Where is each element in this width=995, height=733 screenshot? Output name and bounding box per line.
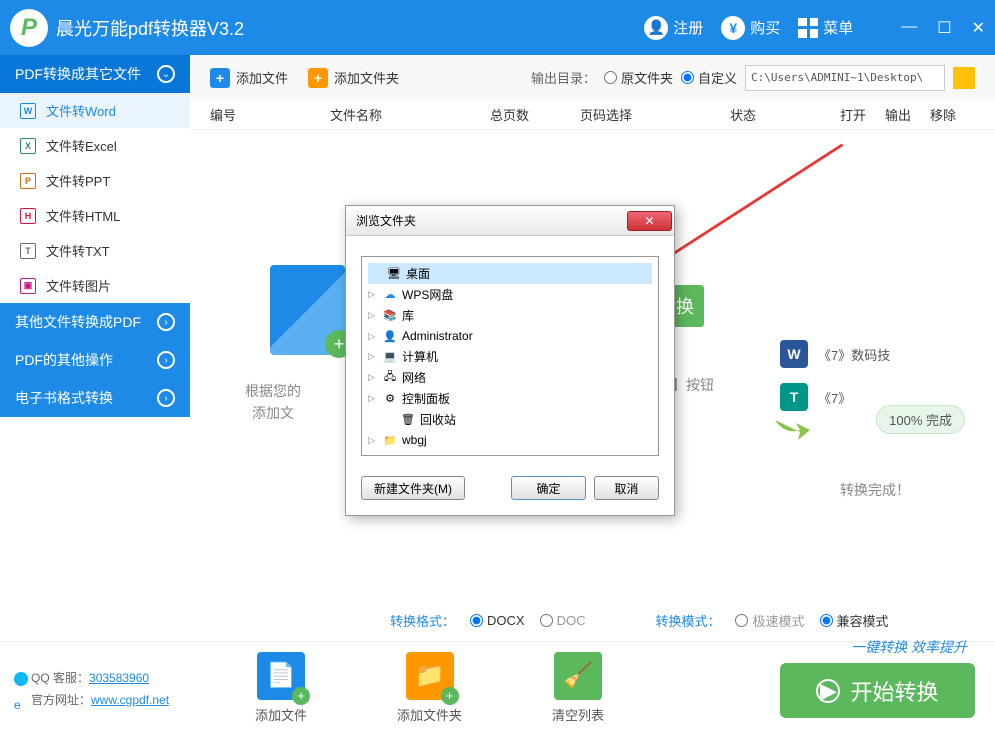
gear-icon: ⚙ bbox=[382, 391, 398, 407]
grid-icon bbox=[798, 18, 818, 38]
sidebar-item-to-ppt[interactable]: P文件转PPT bbox=[0, 163, 190, 198]
radio-doc[interactable]: DOC bbox=[540, 613, 586, 628]
folder-icon: 📁+ bbox=[406, 652, 454, 700]
dialog-close-button[interactable]: ✕ bbox=[627, 211, 672, 231]
progress-badge: 100% 完成 bbox=[876, 405, 965, 434]
word-icon: W bbox=[20, 103, 36, 119]
tree-item-admin[interactable]: ▷👤Administrator bbox=[368, 326, 652, 346]
sidebar-cat-ebook[interactable]: 电子书格式转换› bbox=[0, 379, 190, 417]
hint-text: 根据您的添加文 bbox=[245, 380, 301, 424]
new-folder-button[interactable]: 新建文件夹(M) bbox=[361, 476, 465, 500]
network-icon: 🖧 bbox=[382, 370, 398, 386]
image-icon: ▣ bbox=[20, 278, 36, 294]
broom-icon: 🧹 bbox=[554, 652, 602, 700]
add-folder-button[interactable]: +添加文件夹 bbox=[308, 68, 399, 88]
close-button[interactable]: ✕ bbox=[972, 18, 985, 38]
maximize-button[interactable]: ☐ bbox=[937, 18, 951, 38]
output-dir-label: 输出目录： bbox=[531, 68, 596, 87]
app-title: 晨光万能pdf转换器V3.2 bbox=[56, 15, 644, 41]
slogan-text: 一键转换 效率提升 bbox=[851, 637, 967, 657]
sidebar-cat-pdf-to-other[interactable]: PDF转换成其它文件⌄ bbox=[0, 55, 190, 93]
sidebar-item-to-word[interactable]: W文件转Word bbox=[0, 93, 190, 128]
buy-button[interactable]: ¥购买 bbox=[721, 16, 780, 40]
sidebar-cat-pdf-ops[interactable]: PDF的其他操作› bbox=[0, 341, 190, 379]
sidebar-item-to-html[interactable]: H文件转HTML bbox=[0, 198, 190, 233]
yen-icon: ¥ bbox=[721, 16, 745, 40]
toolbar: +添加文件 +添加文件夹 输出目录： 原文件夹 自定义 bbox=[190, 55, 995, 100]
desktop-icon: 🖥 bbox=[386, 266, 402, 282]
sidebar-item-to-image[interactable]: ▣文件转图片 bbox=[0, 268, 190, 303]
sidebar-cat-other-to-pdf[interactable]: 其他文件转换成PDF› bbox=[0, 303, 190, 341]
folder-tree[interactable]: 🖥桌面 ▷☁WPS网盘 ▷📚库 ▷👤Administrator ▷💻计算机 ▷🖧… bbox=[361, 256, 659, 456]
plus-icon: + bbox=[308, 68, 328, 88]
tree-item-library[interactable]: ▷📚库 bbox=[368, 305, 652, 326]
chevron-right-icon: › bbox=[157, 389, 175, 407]
sidebar-item-to-txt[interactable]: T文件转TXT bbox=[0, 233, 190, 268]
footer-clear-button[interactable]: 🧹清空列表 bbox=[552, 652, 604, 724]
ppt-icon: P bbox=[20, 173, 36, 189]
column-header: 编号文件名称总页数页码选择状态打开输出移除 bbox=[190, 100, 995, 130]
word-icon: W bbox=[780, 340, 808, 368]
library-icon: 📚 bbox=[382, 308, 398, 324]
chevron-down-icon: ⌄ bbox=[157, 65, 175, 83]
tree-item-computer[interactable]: ▷💻计算机 bbox=[368, 346, 652, 367]
radio-docx[interactable]: DOCX bbox=[470, 613, 525, 628]
footer-add-folder-button[interactable]: 📁+添加文件夹 bbox=[397, 652, 462, 724]
chevron-right-icon: › bbox=[157, 351, 175, 369]
output-path-input[interactable] bbox=[745, 65, 945, 91]
footer-add-file-button[interactable]: 📄+添加文件 bbox=[255, 652, 307, 724]
qq-link[interactable]: 303583960 bbox=[89, 671, 149, 685]
start-convert-button[interactable]: ▶开始转换 bbox=[780, 663, 975, 718]
tree-item-control-panel[interactable]: ▷⚙控制面板 bbox=[368, 388, 652, 409]
arrow-icon bbox=[770, 405, 810, 445]
app-logo: P bbox=[10, 9, 48, 47]
browse-folder-dialog: 浏览文件夹 ✕ 🖥桌面 ▷☁WPS网盘 ▷📚库 ▷👤Administrator … bbox=[345, 205, 675, 516]
globe-icon: e bbox=[14, 694, 28, 708]
tree-item-wps[interactable]: ▷☁WPS网盘 bbox=[368, 284, 652, 305]
dialog-title: 浏览文件夹 bbox=[356, 212, 416, 229]
browse-folder-button[interactable] bbox=[953, 67, 975, 89]
register-button[interactable]: 👤注册 bbox=[644, 16, 703, 40]
plus-icon: + bbox=[210, 68, 230, 88]
tree-item-wbgj[interactable]: ▷📁wbgj bbox=[368, 430, 652, 450]
ok-button[interactable]: 确定 bbox=[511, 476, 586, 500]
computer-icon: 💻 bbox=[382, 349, 398, 365]
cloud-icon: ☁ bbox=[382, 287, 398, 303]
file-icon: 📄+ bbox=[257, 652, 305, 700]
website-link[interactable]: www.cgpdf.net bbox=[91, 693, 169, 707]
add-file-button[interactable]: +添加文件 bbox=[210, 68, 288, 88]
txt-icon: T bbox=[20, 243, 36, 259]
cancel-button[interactable]: 取消 bbox=[594, 476, 659, 500]
radio-original-folder[interactable]: 原文件夹 bbox=[604, 68, 673, 87]
title-bar: P 晨光万能pdf转换器V3.2 👤注册 ¥购买 菜单 — ☐ ✕ bbox=[0, 0, 995, 55]
minimize-button[interactable]: — bbox=[901, 18, 917, 38]
format-label: 转换格式： bbox=[390, 611, 455, 630]
tree-item-recycle[interactable]: 🗑回收站 bbox=[368, 409, 652, 430]
tree-item-network[interactable]: ▷🖧网络 bbox=[368, 367, 652, 388]
play-icon: ▶ bbox=[816, 679, 840, 703]
radio-custom-folder[interactable]: 自定义 bbox=[681, 68, 737, 87]
contact-info: QQ 客服：303583960 e官方网址：www.cgpdf.net bbox=[14, 667, 169, 711]
chevron-right-icon: › bbox=[157, 313, 175, 331]
format-bar: 转换格式： DOCX DOC 转换模式： 极速模式 兼容模式 bbox=[390, 611, 889, 630]
user-icon: 👤 bbox=[382, 328, 398, 344]
user-icon: 👤 bbox=[644, 16, 668, 40]
recycle-icon: 🗑 bbox=[400, 412, 416, 428]
sidebar-item-to-excel[interactable]: X文件转Excel bbox=[0, 128, 190, 163]
radio-compat-mode[interactable]: 兼容模式 bbox=[820, 611, 889, 630]
excel-icon: X bbox=[20, 138, 36, 154]
dialog-titlebar: 浏览文件夹 ✕ bbox=[346, 206, 674, 236]
html-icon: H bbox=[20, 208, 36, 224]
footer: QQ 客服：303583960 e官方网址：www.cgpdf.net 📄+添加… bbox=[0, 641, 995, 733]
menu-button[interactable]: 菜单 bbox=[798, 17, 853, 38]
tree-item-desktop[interactable]: 🖥桌面 bbox=[368, 263, 652, 284]
radio-fast-mode[interactable]: 极速模式 bbox=[735, 611, 804, 630]
mode-label: 转换模式： bbox=[655, 611, 720, 630]
done-text: 转换完成！ bbox=[840, 480, 910, 500]
sidebar: PDF转换成其它文件⌄ W文件转Word X文件转Excel P文件转PPT H… bbox=[0, 55, 190, 640]
folder-icon: 📁 bbox=[382, 432, 398, 448]
qq-icon bbox=[14, 672, 28, 686]
